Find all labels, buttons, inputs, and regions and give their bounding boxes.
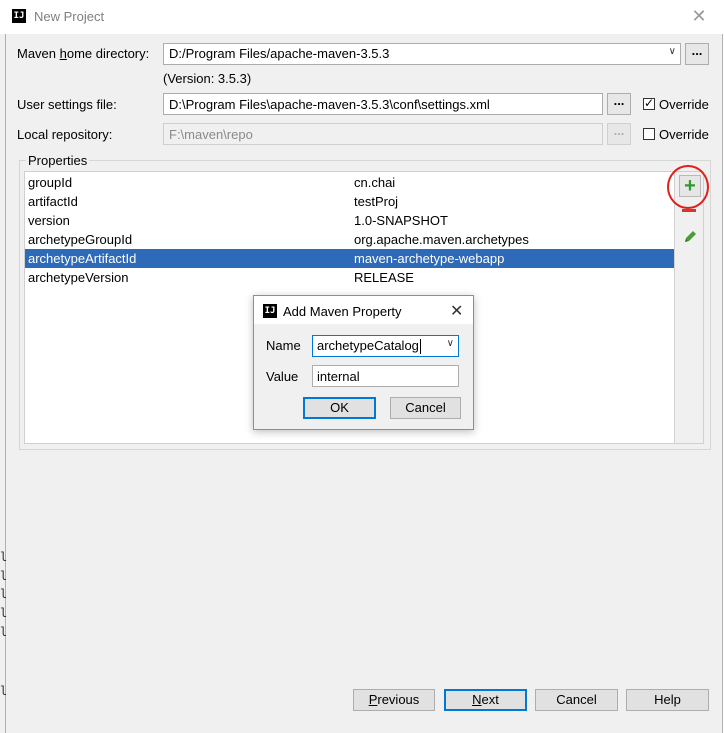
- name-value: archetypeCatalog: [317, 338, 419, 353]
- property-key: archetypeVersion: [28, 270, 129, 285]
- remove-icon[interactable]: [682, 209, 696, 212]
- user-settings-override-label: Override: [659, 97, 709, 112]
- property-value: RELEASE: [354, 270, 414, 285]
- table-row[interactable]: archetypeGroupId org.apache.maven.archet…: [25, 230, 674, 249]
- previous-button[interactable]: Previous: [353, 689, 435, 711]
- ok-button[interactable]: OK: [303, 397, 376, 419]
- value-field[interactable]: internal: [312, 365, 459, 387]
- property-value: maven-archetype-webapp: [354, 251, 505, 266]
- property-value: testProj: [354, 194, 399, 209]
- user-settings-field[interactable]: D:\Program Files\apache-maven-3.5.3\conf…: [163, 93, 603, 115]
- maven-home-value: D:/Program Files/apache-maven-3.5.3: [169, 46, 390, 61]
- dialog-cancel-button[interactable]: Cancel: [390, 397, 461, 419]
- intellij-app-icon: IJ: [263, 304, 277, 318]
- user-settings-browse-button[interactable]: ...: [607, 93, 631, 115]
- property-value: cn.chai: [354, 175, 396, 190]
- intellij-app-icon: IJ: [12, 9, 26, 23]
- next-button[interactable]: Next: [444, 689, 527, 711]
- name-combo[interactable]: archetypeCatalog ∨: [312, 335, 459, 357]
- cancel-button[interactable]: Cancel: [535, 689, 618, 711]
- title-bar: [0, 0, 725, 34]
- property-key: archetypeGroupId: [28, 232, 133, 247]
- maven-version-text: (Version: 3.5.3): [163, 71, 252, 86]
- window-title: New Project: [34, 9, 105, 24]
- local-repo-browse-button: ...: [607, 123, 631, 145]
- table-row[interactable]: archetypeVersion RELEASE: [25, 268, 674, 287]
- annotation-circle: [667, 165, 709, 209]
- user-settings-override-checkbox[interactable]: [643, 96, 655, 110]
- table-row[interactable]: artifactId testProj: [25, 192, 674, 211]
- table-row-selected[interactable]: archetypeArtifactId maven-archetype-weba…: [25, 249, 674, 268]
- close-icon[interactable]: ✕: [450, 301, 463, 321]
- property-key: groupId: [28, 175, 73, 190]
- edit-pencil-icon[interactable]: [681, 228, 699, 246]
- value-label: Value: [266, 369, 299, 384]
- local-repo-override-label: Override: [659, 127, 709, 142]
- property-value: org.apache.maven.archetypes: [354, 232, 529, 247]
- text-cursor: [420, 339, 421, 354]
- property-key: version: [28, 213, 70, 228]
- chevron-down-icon: ∨: [446, 338, 454, 349]
- maven-home-combo[interactable]: D:/Program Files/apache-maven-3.5.3 ∨: [163, 43, 681, 65]
- value-value: internal: [317, 369, 360, 384]
- maven-home-browse-button[interactable]: ...: [685, 43, 709, 65]
- local-repo-label: Local repository:: [17, 127, 113, 142]
- local-repo-value: F:\maven\repo: [169, 127, 253, 142]
- dialog-title: Add Maven Property: [283, 304, 402, 319]
- help-button[interactable]: Help: [626, 689, 709, 711]
- user-settings-value: D:\Program Files\apache-maven-3.5.3\conf…: [169, 97, 490, 112]
- property-key: artifactId: [28, 194, 78, 209]
- maven-home-label: Maven home directory:: [17, 46, 150, 61]
- close-icon[interactable]: ✕: [690, 6, 708, 26]
- add-maven-property-dialog: IJ Add Maven Property ✕ Name archetypeCa…: [253, 295, 474, 430]
- local-repo-override-checkbox[interactable]: [643, 128, 655, 140]
- property-value: 1.0-SNAPSHOT: [354, 213, 448, 228]
- user-settings-label: User settings file:: [17, 97, 117, 112]
- table-row[interactable]: groupId cn.chai: [25, 173, 674, 192]
- table-row[interactable]: version 1.0-SNAPSHOT: [25, 211, 674, 230]
- properties-group-title: Properties: [26, 153, 90, 168]
- chevron-down-icon: ∨: [668, 46, 676, 57]
- property-key: archetypeArtifactId: [28, 251, 137, 266]
- local-repo-field: F:\maven\repo: [163, 123, 603, 145]
- background-window-strip: llllll: [0, 34, 7, 733]
- name-label: Name: [266, 338, 301, 353]
